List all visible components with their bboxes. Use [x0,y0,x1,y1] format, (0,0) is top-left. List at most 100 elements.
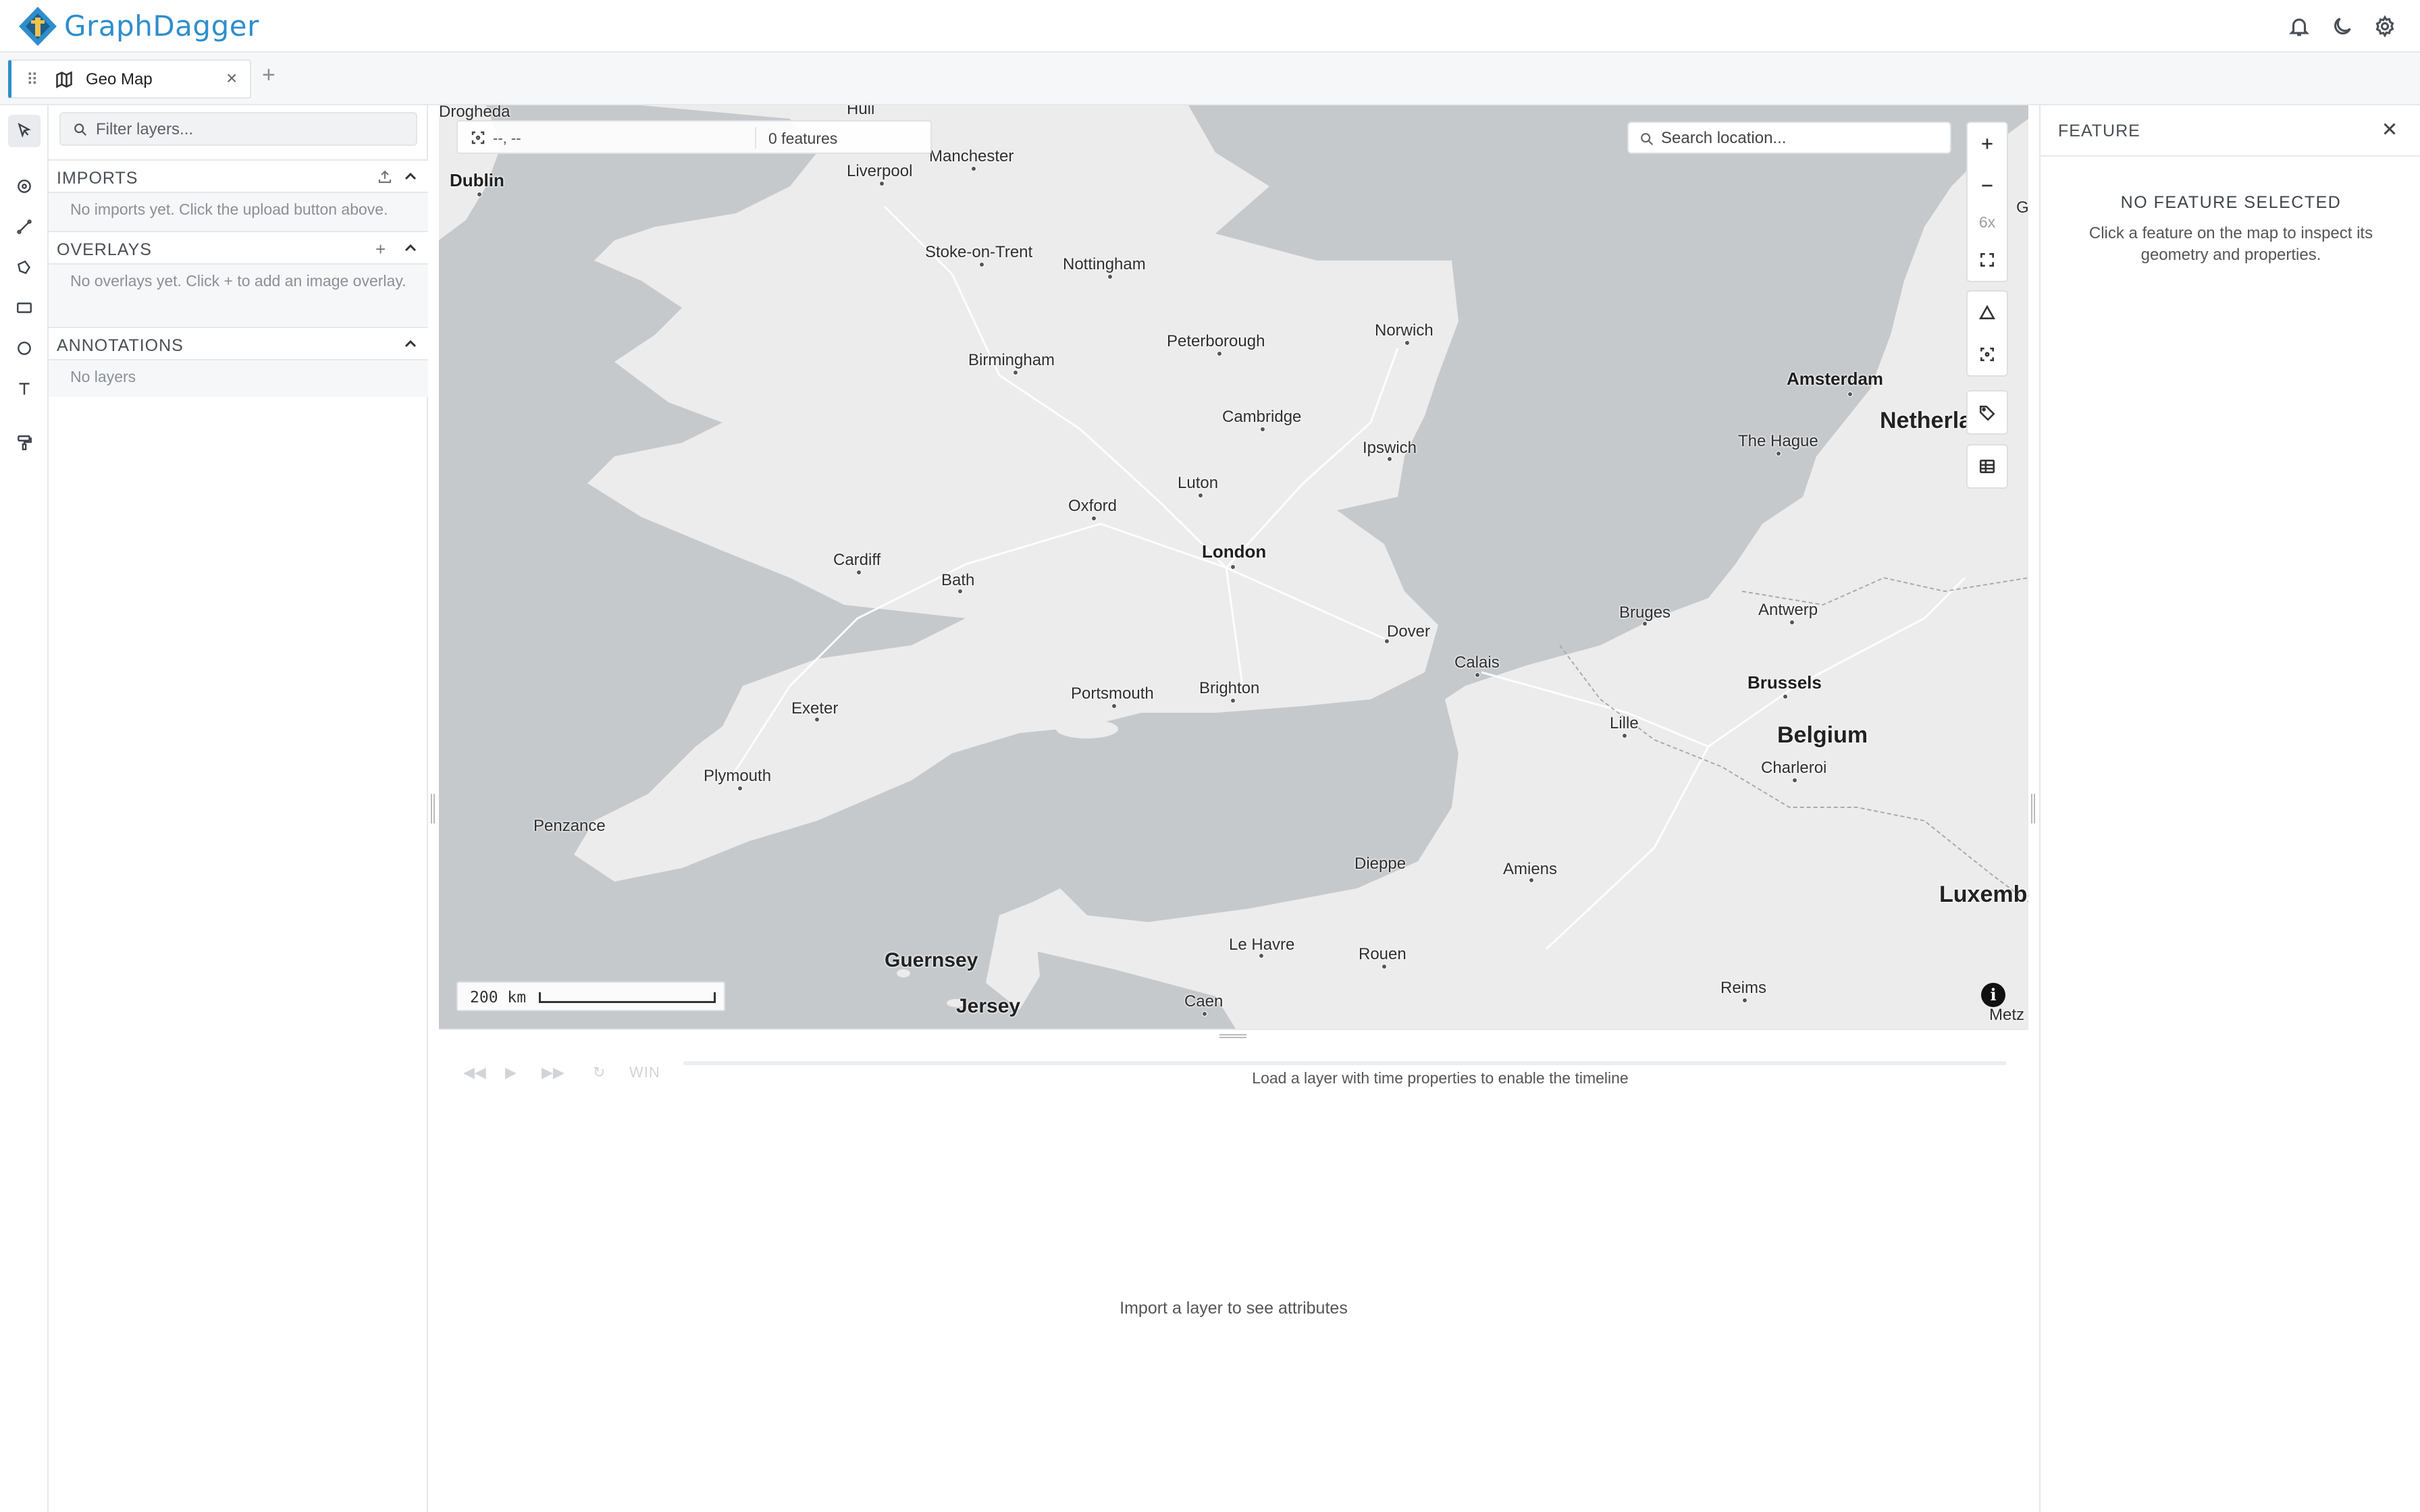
top-bar: GraphDagger [0,0,2420,53]
app-brand[interactable]: GraphDagger [64,9,259,43]
map-label: Oxford [1068,497,1117,515]
upload-icon[interactable] [377,169,393,185]
bell-icon[interactable] [2288,15,2311,38]
cursor-info-box: --, -- 0 features [456,120,932,154]
tab-geo-map[interactable]: ⠿ Geo Map × [8,59,251,99]
timeline-track[interactable] [683,1061,2007,1065]
gear-icon[interactable] [2373,15,2396,38]
label-control [1966,390,2008,435]
city-marker [737,786,743,791]
location-search-field[interactable] [1627,122,1951,154]
map-label: Birmingham [968,351,1055,369]
line-tool-button[interactable] [8,211,41,243]
chevron-up-icon[interactable] [402,169,419,185]
polygon-tool-button[interactable] [8,251,41,284]
city-marker [814,717,820,722]
city-marker [1387,456,1392,462]
select-tool-button[interactable] [8,115,41,147]
map-label: Penzance [533,817,606,835]
close-icon[interactable] [2379,119,2400,139]
locate-button[interactable] [1968,333,2007,375]
map-canvas[interactable]: Drogheda Dublin Hull Manchester Liverpoo… [439,105,2028,1029]
crosshair-icon [1980,348,1994,361]
map-label: Luton [1178,474,1219,492]
map-label: Ipswich [1363,439,1417,457]
zoom-level: 6x [1978,213,1996,231]
city-marker [1404,340,1410,346]
crosshair-icon [470,130,486,146]
imports-title: IMPORTS [57,169,138,188]
bottom-panel-resize-handle[interactable] [1219,1034,1246,1038]
graphdagger-logo-icon[interactable] [18,5,58,47]
map-label: Exeter [791,699,839,718]
add-tab-button[interactable]: + [262,63,275,86]
moon-icon[interactable] [2331,15,2354,38]
drag-handle-icon[interactable]: ⠿ [26,70,38,90]
city-marker [1382,964,1387,969]
city-marker [1384,639,1390,644]
city-marker [1230,698,1236,703]
map-label: Lille [1610,714,1639,732]
city-marker [979,262,984,267]
map-label: Drogheda [439,105,510,121]
rectangle-tool-button[interactable] [8,292,41,324]
annotations-section-header[interactable]: ANNOTATIONS [49,327,428,360]
select-arrow-icon [18,122,31,138]
city-marker [1776,451,1781,456]
city-marker [1202,1011,1207,1017]
location-search-input[interactable] [1661,127,1945,150]
imports-empty-text: No imports yet. Click the upload button … [49,193,428,231]
chevron-up-icon[interactable] [402,240,419,256]
city-marker [1198,493,1203,498]
map-label: Caen [1184,992,1224,1010]
city-marker [1217,351,1222,356]
map-label: Amsterdam [1787,369,1884,389]
right-panel-resize-handle[interactable] [2031,794,2035,824]
map-label: London [1202,541,1267,562]
attribute-table-button[interactable] [1968,446,2007,487]
map-label: Manchester [929,147,1014,165]
city-marker [879,181,885,186]
measure-button[interactable] [1968,292,2007,333]
map-label: Norwich [1375,321,1433,340]
style-tool-button[interactable] [8,427,41,459]
zoom-out-button[interactable] [1968,165,2007,207]
filter-layers-input[interactable] [96,117,406,142]
overlays-section-header[interactable]: OVERLAYS + [49,231,428,265]
map-label: Peterborough [1167,332,1265,350]
fullscreen-button[interactable] [1968,239,2007,281]
circle-tool-button[interactable] [8,332,41,364]
map-label: Netherla [1880,408,1972,433]
city-marker [1475,672,1480,678]
map-label: Dover [1387,622,1431,641]
city-marker [1260,427,1265,432]
filter-layers-field[interactable] [59,112,417,146]
map-label: Nottingham [1063,255,1146,273]
zoom-in-button[interactable] [1968,123,2007,165]
tab-close-icon[interactable]: × [226,68,237,89]
circle-icon [18,342,31,355]
map-label: Jersey [956,995,1021,1017]
city-marker [1259,953,1264,959]
map-label: Brussels [1747,672,1822,693]
map-label: Metz [1989,1006,2025,1024]
map-label: Bath [941,571,975,589]
timeline-empty-message: Load a layer with time properties to ena… [1252,1069,1629,1087]
labels-button[interactable] [1968,392,2007,433]
chevron-up-icon[interactable] [402,336,419,352]
city-marker [477,192,482,197]
map-tools-controls [1966,290,2008,377]
point-tool-button[interactable] [8,170,41,202]
add-overlay-button[interactable]: + [375,239,386,260]
divider [755,127,756,148]
text-tool-button[interactable] [8,373,41,405]
map-label: Calais [1454,653,1500,672]
left-panel-resize-handle[interactable] [431,794,435,824]
map-label: Guernsey [885,949,978,971]
feature-panel: FEATURE NO FEATURE SELECTED Click a feat… [2039,105,2420,1512]
imports-section-header[interactable]: IMPORTS [49,159,428,193]
attribution-info-button[interactable]: i [1981,983,2005,1007]
map-label: Liverpool [847,162,913,180]
city-marker [1230,564,1236,570]
map-label: Dublin [450,170,504,190]
